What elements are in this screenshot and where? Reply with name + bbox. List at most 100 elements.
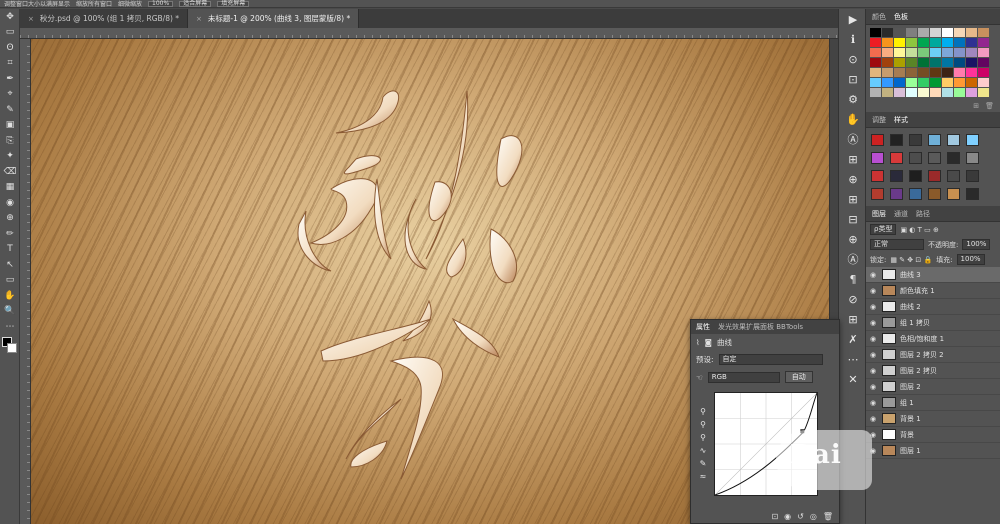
panel-icon[interactable]: ⋯	[839, 349, 867, 369]
preset-select[interactable]: 自定	[718, 354, 823, 365]
visibility-icon[interactable]: ◎	[810, 512, 817, 521]
close-tab-icon[interactable]: ×	[196, 15, 202, 23]
swatch[interactable]	[942, 88, 953, 97]
swatch[interactable]	[930, 88, 941, 97]
smooth-icon[interactable]: ≈	[700, 472, 707, 481]
swatch[interactable]	[978, 78, 989, 87]
tool-icon[interactable]: ⎘	[0, 133, 20, 149]
layer-row[interactable]: ◉ 组 1	[866, 395, 1000, 411]
swatch[interactable]	[942, 78, 953, 87]
swatch[interactable]	[954, 78, 965, 87]
panel-icon[interactable]: ℹ	[839, 29, 867, 49]
horizontal-ruler[interactable]	[20, 28, 838, 39]
swatch[interactable]	[978, 38, 989, 47]
panel-icon[interactable]: Ⓐ	[839, 129, 867, 149]
background-color[interactable]	[7, 342, 17, 353]
panel-icon[interactable]: ¶	[839, 269, 867, 289]
visibility-eye-icon[interactable]: ◉	[870, 335, 878, 343]
view-previous-icon[interactable]: ◉	[784, 512, 791, 521]
swatch[interactable]	[894, 58, 905, 67]
panel-icon[interactable]: ⊕	[839, 229, 867, 249]
style-preset[interactable]	[909, 188, 922, 200]
swatch[interactable]	[954, 88, 965, 97]
swatch[interactable]	[930, 78, 941, 87]
swatch[interactable]	[870, 88, 881, 97]
layer-row[interactable]: ◉ 图层 2	[866, 379, 1000, 395]
swatch[interactable]	[966, 48, 977, 57]
tool-icon[interactable]: ✥	[0, 9, 20, 25]
tool-icon[interactable]: ▭	[0, 25, 20, 41]
blend-mode-select[interactable]: 正常	[870, 239, 924, 250]
trash-icon[interactable]: 🗑	[823, 512, 833, 521]
panel-icon[interactable]: ✋	[839, 109, 867, 129]
swatch[interactable]	[942, 58, 953, 67]
swatch[interactable]	[918, 78, 929, 87]
clip-layer-icon[interactable]: ⊡	[771, 512, 778, 521]
swatch[interactable]	[882, 28, 893, 37]
tab-styles[interactable]: 样式	[894, 115, 908, 125]
swatch[interactable]	[954, 48, 965, 57]
black-eyedropper-icon[interactable]: ⚲	[700, 407, 706, 416]
swatch[interactable]	[906, 58, 917, 67]
color-pickers[interactable]	[0, 335, 20, 357]
swatch[interactable]	[906, 68, 917, 77]
tool-icon[interactable]: ↖	[0, 257, 20, 273]
tool-icon[interactable]: ⌫	[0, 164, 20, 180]
style-preset[interactable]	[947, 152, 960, 164]
style-preset[interactable]	[947, 170, 960, 182]
swatch[interactable]	[918, 88, 929, 97]
visibility-eye-icon[interactable]: ◉	[870, 383, 878, 391]
swatch[interactable]	[882, 78, 893, 87]
panel-icon[interactable]: ⊕	[839, 169, 867, 189]
layer-row[interactable]: ◉ 背景	[866, 427, 1000, 443]
style-preset[interactable]	[890, 170, 903, 182]
swatch[interactable]	[930, 58, 941, 67]
tool-icon[interactable]: ✦	[0, 149, 20, 165]
style-preset[interactable]	[966, 134, 979, 146]
panel-icon[interactable]: ⊞	[839, 149, 867, 169]
layer-row[interactable]: ◉ 颜色填充 1	[866, 283, 1000, 299]
layer-row[interactable]: ◉ 图层 2 拷贝	[866, 363, 1000, 379]
swatch[interactable]	[882, 88, 893, 97]
tool-icon[interactable]: 🔍	[0, 304, 20, 320]
swatch[interactable]	[954, 58, 965, 67]
style-preset[interactable]	[871, 188, 884, 200]
tool-icon[interactable]: T	[0, 242, 20, 258]
swatch[interactable]	[894, 78, 905, 87]
swatch[interactable]	[978, 28, 989, 37]
swatch[interactable]	[918, 48, 929, 57]
target-adjust-icon[interactable]: ☜	[696, 373, 703, 382]
tab-swatches[interactable]: 色板	[894, 12, 908, 22]
tab-glow-extension[interactable]: 发光效果扩展面板 BBTools	[718, 322, 803, 332]
panel-icon[interactable]: ⊞	[839, 309, 867, 329]
swatch[interactable]	[894, 88, 905, 97]
tool-icon[interactable]: ▦	[0, 180, 20, 196]
swatch[interactable]	[918, 58, 929, 67]
swatch[interactable]	[930, 48, 941, 57]
option-item[interactable]: 细微缩放	[118, 0, 142, 7]
pencil-icon[interactable]: ✎	[700, 459, 707, 468]
document-tab[interactable]: × 秋分.psd @ 100% (组 1 拷贝, RGB/8) *	[20, 9, 189, 28]
close-tab-icon[interactable]: ×	[28, 15, 34, 23]
style-preset[interactable]	[928, 170, 941, 182]
style-preset[interactable]	[909, 152, 922, 164]
option-item[interactable]: 适合屏幕	[179, 0, 212, 7]
tool-icon[interactable]: ✏	[0, 226, 20, 242]
tab-color[interactable]: 颜色	[872, 12, 886, 22]
auto-button[interactable]: 自动	[784, 371, 813, 383]
delete-swatch-icon[interactable]: 🗑	[985, 102, 994, 110]
tool-icon[interactable]: ▣	[0, 118, 20, 134]
layer-row[interactable]: ◉ 曲线 3	[866, 267, 1000, 283]
swatch[interactable]	[978, 68, 989, 77]
tab-layers[interactable]: 图层	[872, 209, 886, 219]
visibility-eye-icon[interactable]: ◉	[870, 415, 878, 423]
style-preset[interactable]	[928, 188, 941, 200]
tool-icon[interactable]: ⋯	[0, 319, 20, 335]
curve-point-icon[interactable]: ∿	[700, 446, 707, 455]
swatch[interactable]	[966, 28, 977, 37]
swatch[interactable]	[978, 48, 989, 57]
visibility-eye-icon[interactable]: ◉	[870, 287, 878, 295]
swatch[interactable]	[966, 88, 977, 97]
style-preset[interactable]	[947, 134, 960, 146]
panel-icon[interactable]: ⊙	[839, 49, 867, 69]
